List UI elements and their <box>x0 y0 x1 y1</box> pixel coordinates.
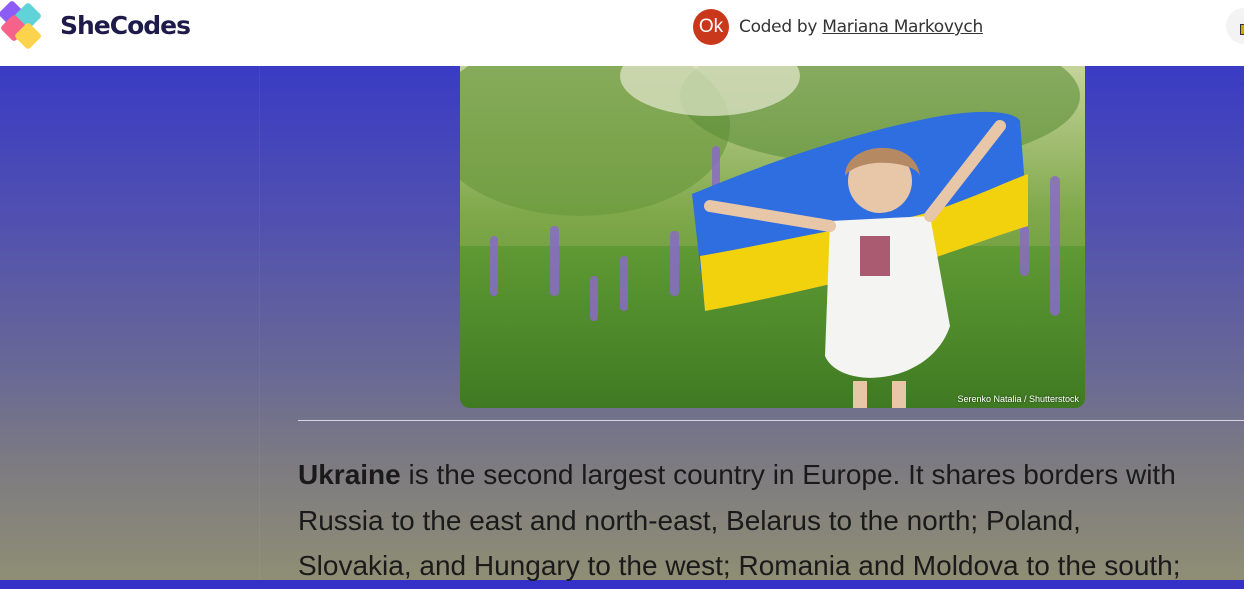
author-avatar: Ok <box>693 9 729 45</box>
article-line-3: Slovakia, and Hungary to the west; Roman… <box>298 550 1181 581</box>
article-line-1: is the second largest country in Europe.… <box>400 459 1176 490</box>
coded-by-prefix: Coded by <box>739 17 818 37</box>
girl-with-flag-image <box>460 56 1085 408</box>
corner-button-icon <box>1240 24 1244 35</box>
coded-by-text: Coded by Mariana Markovych <box>739 17 983 37</box>
hero-photo: Serenko Natalia / Shutterstock <box>460 56 1085 408</box>
photo-credit: Serenko Natalia / Shutterstock <box>957 394 1079 404</box>
side-panel-edge <box>259 66 260 580</box>
top-bar: SheCodes Ok Coded by Mariana Markovych <box>0 0 1244 66</box>
article-line-2: Russia to the east and north-east, Belar… <box>298 504 1081 536</box>
shecodes-logo-icon[interactable] <box>0 0 60 56</box>
article-lead: Ukraine <box>298 459 401 490</box>
article-paragraph: Ukraine is the second largest country in… <box>298 452 1244 589</box>
divider <box>298 420 1244 421</box>
author-link[interactable]: Mariana Markovych <box>822 17 983 37</box>
brand-name[interactable]: SheCodes <box>60 11 191 40</box>
